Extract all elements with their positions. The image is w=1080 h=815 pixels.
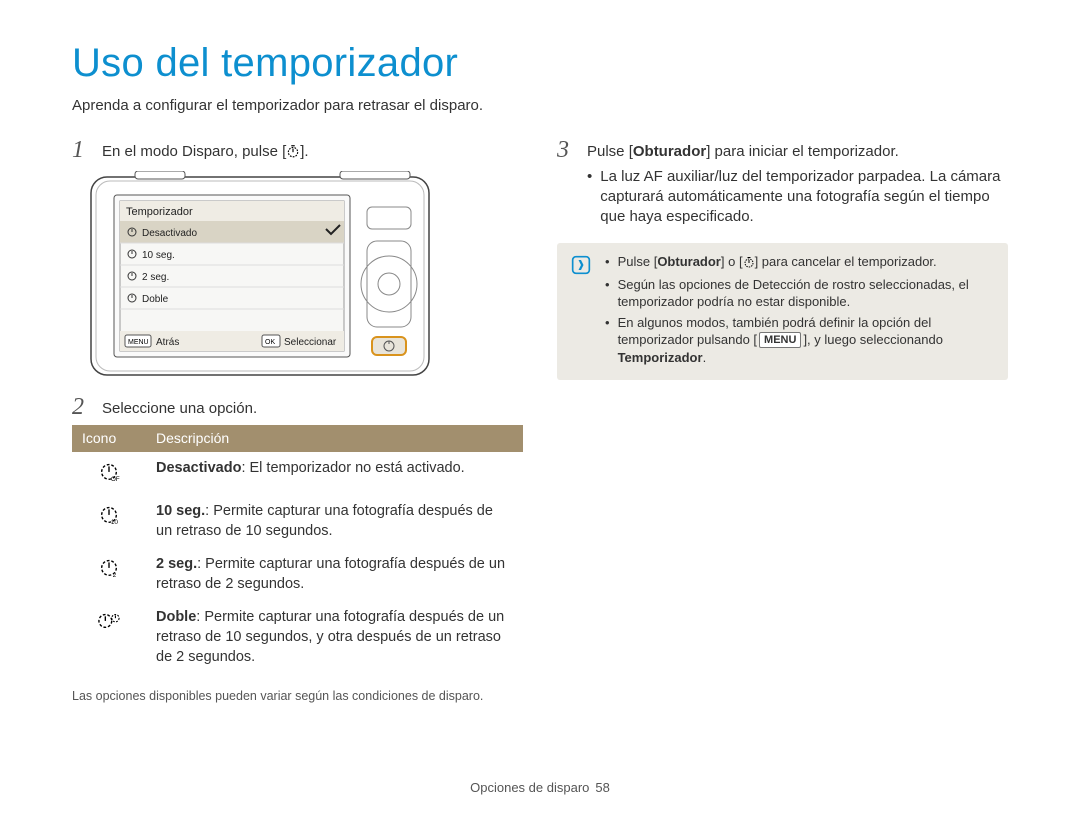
step-1: 1 En el modo Disparo, pulse [].: [72, 138, 523, 164]
step-1-text: En el modo Disparo, pulse [].: [102, 138, 309, 164]
step-2: 2 Seleccione una opción.: [72, 395, 523, 419]
info-bullet: Según las opciones de Detección de rostr…: [605, 276, 994, 311]
timer-icon: [743, 255, 755, 273]
table-row: OFF Desactivado: El temporizador no está…: [72, 452, 523, 496]
options-note: Las opciones disponibles pueden variar s…: [72, 688, 523, 705]
page-title: Uso del temporizador: [72, 36, 1008, 90]
svg-text:10 seg.: 10 seg.: [142, 250, 175, 261]
options-table: Icono Descripción OFF Desactivado: El te…: [72, 425, 523, 674]
col-desc: Descripción: [146, 425, 523, 452]
step-number: 1: [72, 138, 92, 162]
step-3-bullet: La luz AF auxiliar/luz del temporizador …: [587, 167, 1008, 228]
timer-2-icon: 2: [98, 566, 120, 582]
svg-text:Doble: Doble: [142, 294, 169, 305]
lead-text: Aprenda a configurar el temporizador par…: [72, 96, 1008, 116]
info-bullet: Pulse [Obturador] o [] para cancelar el …: [605, 253, 994, 273]
svg-text:Seleccionar: Seleccionar: [284, 337, 337, 348]
timer-double-icon: [96, 619, 122, 635]
info-icon: [571, 255, 591, 275]
step-number: 2: [72, 395, 92, 419]
svg-text:MENU: MENU: [128, 339, 149, 346]
camera-illustration: Temporizador Desactivado 10 seg. 2 seg. …: [90, 171, 523, 381]
svg-text:OFF: OFF: [111, 476, 120, 482]
timer-off-icon: OFF: [98, 470, 120, 486]
col-icon: Icono: [72, 425, 146, 452]
table-row: 10 10 seg.: Permite capturar una fotogra…: [72, 495, 523, 548]
svg-text:10: 10: [111, 519, 119, 525]
table-row: Doble: Permite capturar una fotografía d…: [72, 601, 523, 674]
svg-text:Atrás: Atrás: [156, 337, 179, 348]
svg-text:Desactivado: Desactivado: [142, 228, 197, 239]
page-footer: Opciones de disparo58: [0, 779, 1080, 797]
step-3: 3 Pulse [Obturador] para iniciar el temp…: [557, 138, 1008, 229]
svg-text:OK: OK: [265, 339, 275, 346]
info-box: Pulse [Obturador] o [] para cancelar el …: [557, 243, 1008, 379]
table-row: 2 2 seg.: Permite capturar una fotografí…: [72, 548, 523, 601]
svg-text:2: 2: [113, 572, 117, 578]
timer-icon: [286, 144, 300, 164]
menu-header: Temporizador: [126, 206, 193, 218]
step-3-text: Pulse [Obturador] para iniciar el tempor…: [587, 142, 1008, 162]
step-2-text: Seleccione una opción.: [102, 395, 257, 419]
svg-text:2 seg.: 2 seg.: [142, 272, 169, 283]
timer-10-icon: 10: [98, 513, 120, 529]
info-bullet: En algunos modos, también podrá definir …: [605, 314, 994, 367]
step-number: 3: [557, 138, 577, 162]
